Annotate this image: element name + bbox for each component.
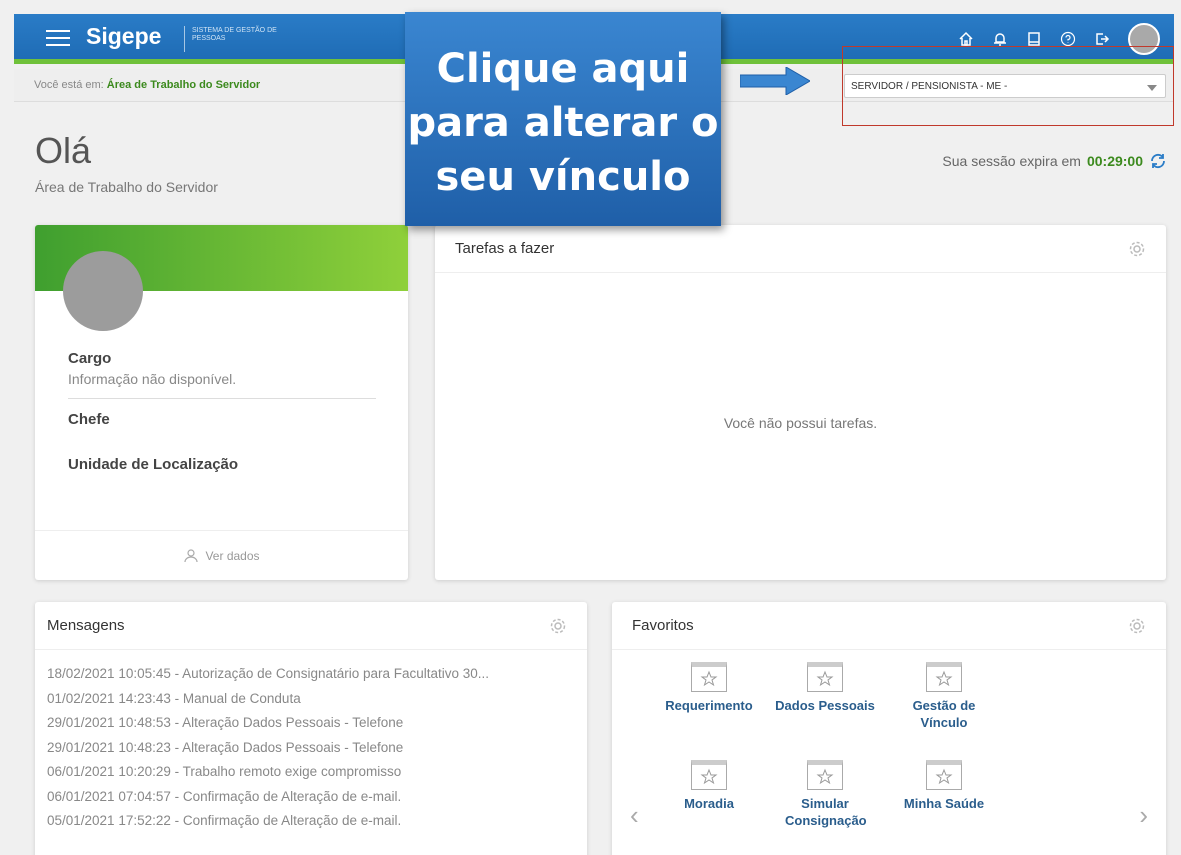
list-item[interactable]: 29/01/2021 10:48:23 - Alteração Dados Pe…	[47, 736, 575, 761]
tasks-header: Tarefas a fazer	[435, 225, 1166, 273]
brand-logo[interactable]: Sigepe	[86, 23, 161, 50]
refresh-icon[interactable]	[1149, 152, 1167, 170]
star-icon	[926, 760, 962, 790]
favorite-label: Minha Saúde	[903, 796, 985, 811]
help-icon[interactable]	[1060, 31, 1076, 47]
favorite-label: Dados Pessoais	[775, 698, 875, 713]
highlight-box	[842, 46, 1174, 126]
session-timer: Sua sessão expira em 00:29:00	[942, 152, 1167, 170]
list-item[interactable]: 18/02/2021 10:05:45 - Autorização de Con…	[47, 662, 575, 687]
brand-separator	[184, 26, 185, 52]
list-item[interactable]: 06/01/2021 07:04:57 - Confirmação de Alt…	[47, 785, 575, 810]
favorite-gestao-vinculo[interactable]: Gestão de Vínculo	[889, 662, 999, 731]
callout-box: Clique aqui para alterar o seu vínculo	[405, 12, 721, 226]
breadcrumb-prefix: Você está em:	[34, 79, 104, 91]
messages-title: Mensagens	[47, 617, 125, 634]
favorites-header: Favoritos	[612, 602, 1166, 650]
favorite-label: Simular Consignação	[785, 796, 867, 828]
profile-card: Cargo Informação não disponível. Chefe U…	[35, 225, 408, 580]
favorite-label: Gestão de Vínculo	[912, 698, 976, 730]
favorite-dados-pessoais[interactable]: Dados Pessoais	[770, 662, 880, 714]
ver-dados-label: Ver dados	[205, 548, 260, 563]
list-item[interactable]: 05/01/2021 17:52:22 - Confirmação de Alt…	[47, 809, 575, 834]
breadcrumb: Você está em: Área de Trabalho do Servid…	[34, 79, 260, 91]
star-icon	[807, 662, 843, 692]
star-icon	[691, 662, 727, 692]
favorites-card: Favoritos Requerimento Dados Pessoais Ge…	[612, 602, 1166, 855]
profile-avatar	[63, 251, 143, 331]
tasks-card: Tarefas a fazer Você não possui tarefas.	[435, 225, 1166, 580]
list-item[interactable]: 29/01/2021 10:48:53 - Alteração Dados Pe…	[47, 711, 575, 736]
messages-header: Mensagens	[35, 602, 587, 650]
favorite-label: Moradia	[684, 796, 734, 811]
breadcrumb-current[interactable]: Área de Trabalho do Servidor	[107, 79, 260, 91]
menu-icon[interactable]	[46, 30, 70, 48]
gear-icon[interactable]	[1128, 617, 1146, 635]
carousel-next-button[interactable]: ›	[1139, 800, 1148, 831]
session-time: 00:29:00	[1086, 153, 1143, 169]
favorites-title: Favoritos	[632, 617, 694, 634]
star-icon	[926, 662, 962, 692]
favorite-label: Requerimento	[665, 698, 753, 713]
tasks-title: Tarefas a fazer	[455, 240, 555, 257]
star-icon	[807, 760, 843, 790]
session-label: Sua sessão expira em	[942, 153, 1081, 169]
cargo-value: Informação não disponível.	[68, 371, 237, 387]
brand-subtitle: SISTEMA DE GESTÃO DE PESSOAS	[192, 27, 277, 42]
page-subtitle: Área de Trabalho do Servidor	[35, 179, 218, 195]
carousel-prev-button[interactable]: ‹	[630, 800, 639, 831]
user-icon	[184, 548, 199, 562]
list-item[interactable]: 01/02/2021 14:23:43 - Manual de Conduta	[47, 687, 575, 712]
star-icon	[691, 760, 727, 790]
cargo-label: Cargo	[68, 350, 112, 367]
gear-icon[interactable]	[1128, 240, 1146, 258]
bell-icon[interactable]	[992, 31, 1008, 47]
page-title: Olá	[35, 130, 92, 171]
favorite-moradia[interactable]: Moradia	[654, 760, 764, 812]
arrow-right-icon	[740, 67, 810, 95]
favorite-simular-consignacao[interactable]: Simular Consignação	[770, 760, 880, 829]
book-icon[interactable]	[1026, 31, 1042, 47]
list-item[interactable]: 06/01/2021 10:20:29 - Trabalho remoto ex…	[47, 760, 575, 785]
gear-icon[interactable]	[549, 617, 567, 635]
divider	[68, 398, 376, 399]
chefe-label: Chefe	[68, 411, 110, 428]
favorite-minha-saude[interactable]: Minha Saúde	[889, 760, 999, 812]
messages-card: Mensagens 18/02/2021 10:05:45 - Autoriza…	[35, 602, 587, 855]
messages-list: 18/02/2021 10:05:45 - Autorização de Con…	[35, 650, 587, 834]
tasks-empty-message: Você não possui tarefas.	[723, 415, 878, 431]
favorite-requerimento[interactable]: Requerimento	[654, 662, 764, 714]
home-icon[interactable]	[958, 31, 974, 47]
logout-icon[interactable]	[1094, 31, 1110, 47]
unidade-label: Unidade de Localização	[68, 456, 239, 473]
ver-dados-button[interactable]: Ver dados	[35, 530, 408, 580]
